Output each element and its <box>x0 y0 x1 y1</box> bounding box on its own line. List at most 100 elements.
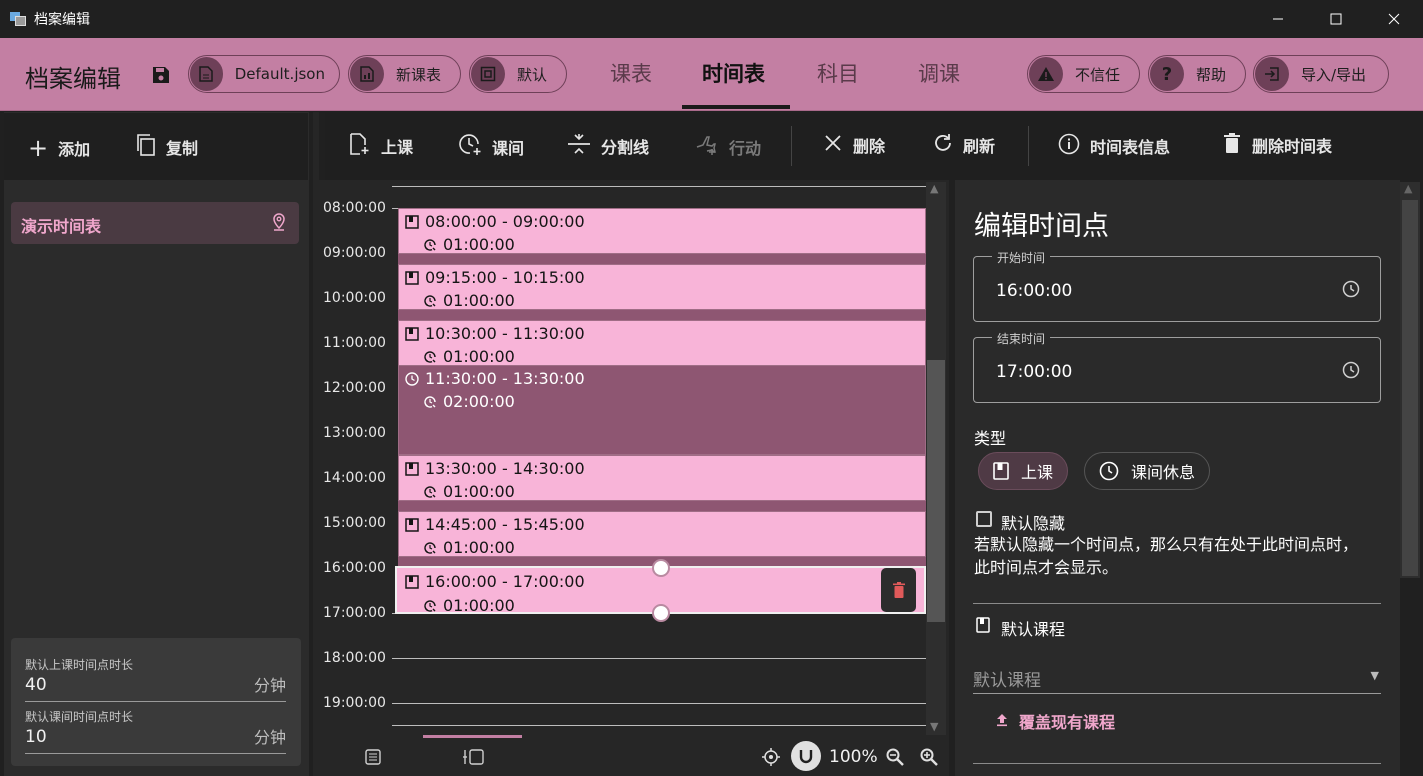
slot-range: 13:30:00 - 14:30:00 <box>425 459 585 478</box>
default-course-placeholder: 默认课程 <box>973 671 1041 691</box>
default-lesson-duration-unit: 分钟 <box>253 676 286 695</box>
resize-handle-top[interactable] <box>652 559 670 577</box>
action-label: 行动 <box>729 139 762 158</box>
type-break-chip[interactable]: 课间休息 <box>1084 452 1211 490</box>
override-courses-label: 覆盖现有课程 <box>1019 713 1116 732</box>
zoom-in-icon[interactable] <box>920 748 938 770</box>
timetable-info-button[interactable]: 时间表信息 <box>1058 133 1170 159</box>
delete-timetable-button[interactable]: 删除时间表 <box>1224 133 1332 157</box>
view-tab-indicator <box>423 735 522 738</box>
minimize-button[interactable] <box>1249 0 1307 38</box>
book-icon <box>405 270 419 285</box>
timeline-view[interactable]: 08:00:00 09:00:00 10:00:00 11:00:00 12:0… <box>319 180 949 740</box>
hour-label: 16:00:00 <box>323 560 386 576</box>
add-file-icon <box>349 133 371 159</box>
hour-line <box>392 725 926 726</box>
resize-handle-bottom[interactable] <box>652 604 670 622</box>
slot-duration: 01:00:00 <box>443 291 515 310</box>
add-divider-button[interactable]: 分割线 <box>567 133 649 159</box>
timeline-view-icon[interactable] <box>463 748 485 770</box>
add-button[interactable]: + 添加 <box>28 134 90 162</box>
end-time-field[interactable]: 结束时间 17:00:00 <box>973 330 1381 403</box>
clock-icon[interactable] <box>1342 280 1360 302</box>
hour-label: 18:00:00 <box>323 650 386 666</box>
delete-button[interactable]: 删除 <box>825 133 885 157</box>
type-lesson-label: 上课 <box>1021 463 1054 482</box>
file-pill[interactable]: Default.json <box>188 55 340 93</box>
help-label: 帮助 <box>1196 65 1227 84</box>
default-pill[interactable]: 默认 <box>469 55 567 93</box>
default-course-select[interactable]: 默认课程 ▼ <box>973 660 1381 694</box>
close-button[interactable] <box>1365 0 1423 38</box>
time-slot-break[interactable]: 11:30:00 - 13:30:00 02:00:00 <box>398 365 926 455</box>
slot-duration: 01:00:00 <box>443 347 515 366</box>
tab-subjects[interactable]: 科目 <box>817 58 859 88</box>
time-slot[interactable]: 14:45:00 - 15:45:00 01:00:00 <box>398 511 926 557</box>
underline <box>25 753 286 754</box>
start-time-field[interactable]: 开始时间 16:00:00 <box>973 249 1381 322</box>
scrollbar-thumb[interactable] <box>927 360 945 622</box>
end-time-value[interactable]: 17:00:00 <box>996 362 1072 382</box>
scroll-up-icon[interactable]: ▲ <box>930 182 938 195</box>
default-lesson-duration-field[interactable]: 默认上课时间点时长 40 分钟 <box>25 656 286 702</box>
scroll-down-icon[interactable]: ▼ <box>930 720 938 733</box>
time-slot[interactable]: 08:00:00 - 09:00:00 01:00:00 <box>398 208 926 254</box>
new-schedule-pill[interactable]: 新课表 <box>348 55 461 93</box>
clock-icon[interactable] <box>1342 361 1360 383</box>
underline <box>25 701 286 702</box>
timeline-scrollbar[interactable]: ▲ ▼ <box>926 182 946 735</box>
type-lesson-chip[interactable]: 上课 <box>978 452 1069 490</box>
copy-icon <box>136 134 156 160</box>
add-break-button[interactable]: 课间 <box>459 133 524 160</box>
distrust-pill[interactable]: 不信任 <box>1027 55 1140 93</box>
time-slot[interactable]: 09:15:00 - 10:15:00 01:00:00 <box>398 264 926 310</box>
tab-timetable[interactable]: 时间表 <box>702 58 765 88</box>
zoom-out-icon[interactable] <box>886 748 904 770</box>
scrollbar-thumb[interactable] <box>1402 200 1418 576</box>
maximize-button[interactable] <box>1307 0 1365 38</box>
warning-icon <box>1029 57 1063 91</box>
section-divider <box>973 603 1381 604</box>
upload-icon <box>995 712 1009 731</box>
action-button[interactable]: 行动 <box>695 133 761 161</box>
slot-duration: 01:00:00 <box>443 235 515 254</box>
default-lesson-duration-label: 默认上课时间点时长 <box>25 658 134 672</box>
chart-file-icon <box>350 57 384 91</box>
refresh-label: 刷新 <box>963 137 996 156</box>
scroll-up-icon[interactable]: ▲ <box>1404 182 1412 195</box>
help-pill[interactable]: ? 帮助 <box>1148 55 1246 93</box>
book-icon <box>993 462 1009 480</box>
duration-icon <box>424 294 436 307</box>
tab-schedule[interactable]: 课表 <box>610 58 652 88</box>
save-icon[interactable] <box>152 66 170 84</box>
clock-icon <box>405 371 419 386</box>
delete-slot-button[interactable] <box>881 568 916 612</box>
add-lesson-button[interactable]: 上课 <box>349 133 413 159</box>
list-item-timetable[interactable]: 演示时间表 <box>11 202 299 244</box>
default-break-duration-value[interactable]: 10 <box>25 727 286 747</box>
refresh-button[interactable]: 刷新 <box>933 133 995 157</box>
default-lesson-duration-value[interactable]: 40 <box>25 675 286 695</box>
locate-icon[interactable] <box>762 748 780 770</box>
list-view-icon[interactable] <box>365 749 381 769</box>
editor-title: 编辑时间点 <box>974 211 1109 242</box>
slot-range: 14:45:00 - 15:45:00 <box>425 515 585 534</box>
time-slot[interactable]: 13:30:00 - 14:30:00 01:00:00 <box>398 455 926 501</box>
editor-scrollbar[interactable]: ▲ <box>1400 182 1420 578</box>
distrust-label: 不信任 <box>1075 65 1121 84</box>
tab-swap[interactable]: 调课 <box>918 58 960 88</box>
copy-button[interactable]: 复制 <box>136 134 198 160</box>
defaults-card: 默认上课时间点时长 40 分钟 默认课间时间点时长 10 分钟 <box>11 638 301 766</box>
add-label: 添加 <box>58 140 91 159</box>
override-courses-button[interactable]: 覆盖现有课程 <box>995 709 1115 733</box>
magnet-snap-icon[interactable] <box>791 741 821 771</box>
start-time-value[interactable]: 16:00:00 <box>996 281 1072 301</box>
import-export-pill[interactable]: 导入/导出 <box>1253 55 1389 93</box>
default-break-duration-field[interactable]: 默认课间时间点时长 10 分钟 <box>25 708 286 754</box>
document-icon <box>190 57 223 91</box>
window-title: 档案编辑 <box>34 12 90 28</box>
app-icon <box>10 12 26 26</box>
plus-icon: + <box>28 134 49 162</box>
hide-by-default-checkbox[interactable] <box>976 511 992 527</box>
time-slot[interactable]: 10:30:00 - 11:30:00 01:00:00 <box>398 320 926 366</box>
